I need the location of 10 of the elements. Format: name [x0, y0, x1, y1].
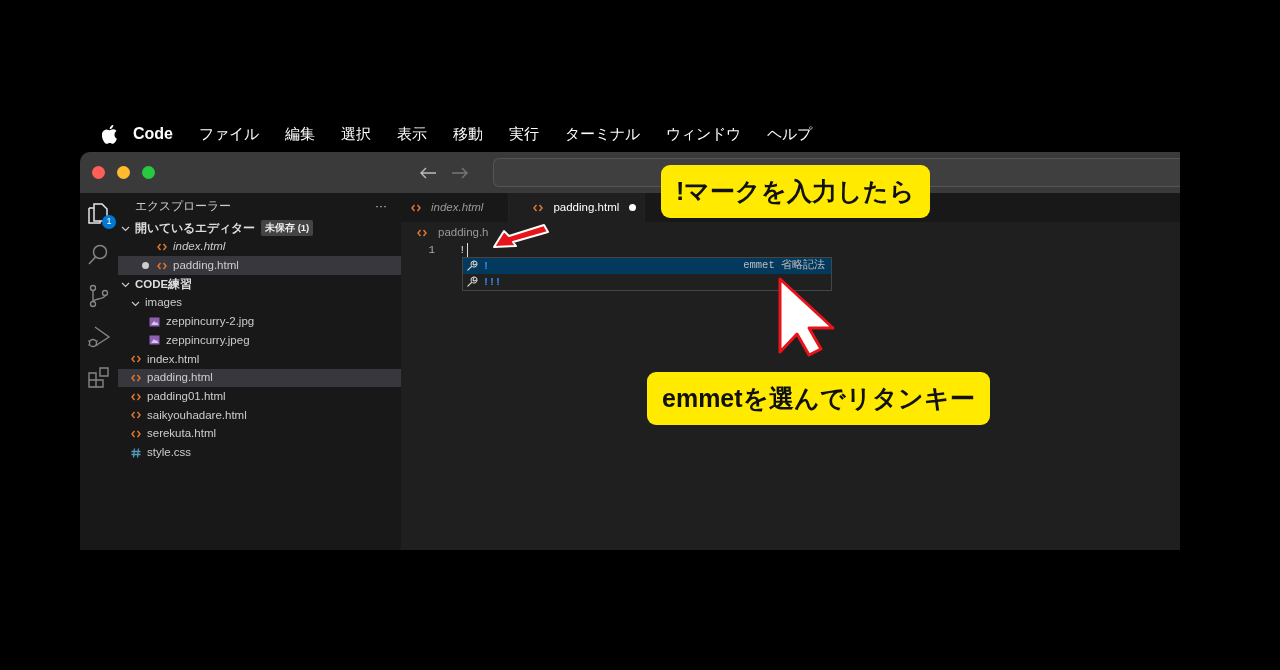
notification-badge: 1 [102, 215, 116, 229]
suggestion-detail: emmet 省略記法 [743, 258, 825, 274]
callout-tooltip: emmetを選んでリタンキー [647, 372, 990, 425]
line-number: 1 [427, 242, 435, 258]
code-text: ! [459, 242, 466, 258]
file-name: padding.html [173, 258, 239, 274]
sidebar-title: エクスプローラー [135, 198, 231, 215]
unsaved-badge: 未保存 (1) [261, 220, 314, 237]
callout-tooltip: !マークを入力したら [661, 165, 931, 218]
file-name: index.html [173, 239, 226, 255]
